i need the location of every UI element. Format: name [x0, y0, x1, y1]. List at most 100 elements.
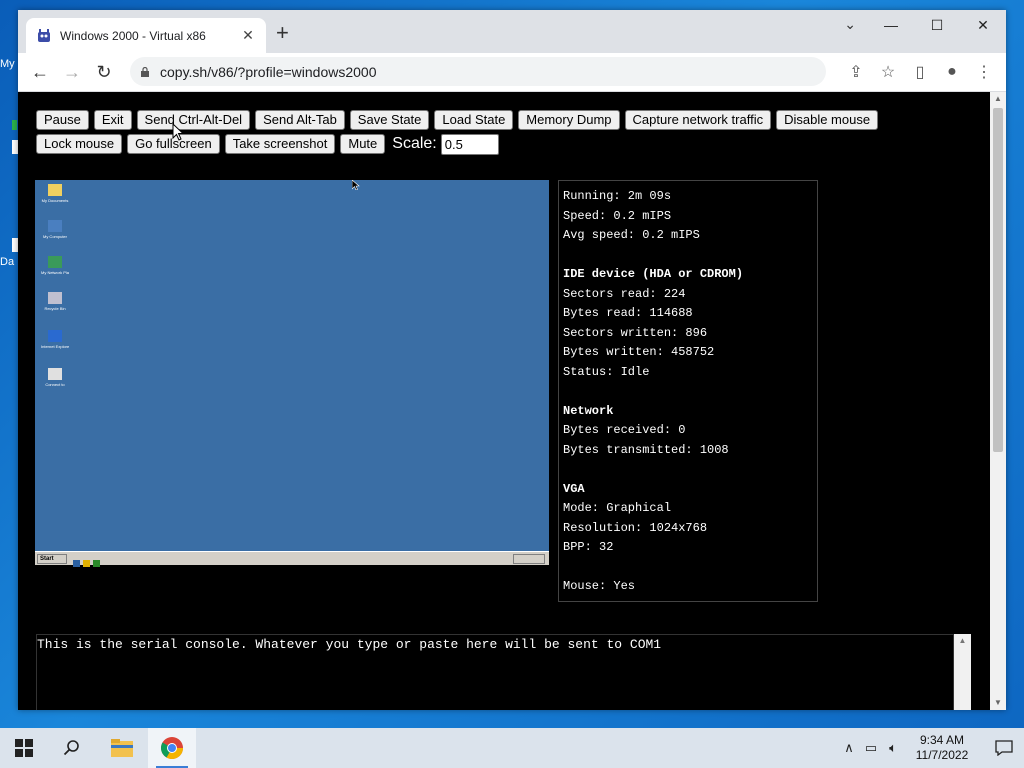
stat-bytes-written: Bytes written: 458752: [563, 345, 715, 359]
side-panel-icon[interactable]: ▯: [904, 57, 936, 87]
back-button[interactable]: ←: [24, 56, 56, 88]
stat-network-header: Network: [563, 403, 614, 418]
capture-network-traffic-button[interactable]: Capture network traffic: [624, 110, 772, 130]
chrome-icon: [161, 737, 183, 759]
memory-dump-button[interactable]: Memory Dump: [518, 110, 620, 130]
send-ctrl-alt-del-button[interactable]: Send Ctrl-Alt-Del: [136, 110, 251, 130]
pause-button[interactable]: Pause: [36, 110, 89, 130]
notification-icon[interactable]: [984, 740, 1024, 756]
vm-desktop-icon[interactable]: Recycle Bin: [41, 292, 69, 311]
vm-mouse-cursor-icon: [352, 180, 360, 190]
browser-tab[interactable]: Windows 2000 - Virtual x86 ✕: [26, 18, 266, 53]
page-scrollbar[interactable]: ▲ ▼: [990, 92, 1006, 710]
stat-sectors-read: Sectors read: 224: [563, 286, 686, 301]
stat-bytes-transmitted: Bytes transmitted: 1008: [563, 442, 729, 457]
omnibox[interactable]: copy.sh/v86/?profile=windows2000: [130, 57, 826, 86]
url-text[interactable]: copy.sh/v86/?profile=windows2000: [160, 64, 377, 80]
take-screenshot-button[interactable]: Take screenshot: [224, 134, 336, 154]
reload-button[interactable]: ↻: [88, 56, 120, 88]
maximize-button[interactable]: ☐: [914, 10, 960, 40]
scroll-up-icon[interactable]: ▲: [954, 634, 971, 648]
tab-close-icon[interactable]: ✕: [240, 27, 256, 44]
scroll-up-icon[interactable]: ▲: [990, 92, 1006, 106]
page-content: Pause Exit Send Ctrl-Alt-Del Send Alt-Tab Sa…: [18, 92, 990, 710]
stat-speed: Speed: 0.2 mIPS: [563, 208, 672, 223]
vm-desktop-icon[interactable]: Connect to: [41, 368, 69, 387]
share-icon[interactable]: ⇪: [840, 57, 872, 87]
vm-desktop-icon[interactable]: My Computer: [41, 220, 69, 239]
search-icon: [63, 740, 79, 756]
vm-desktop-icon[interactable]: My Network Places: [41, 256, 69, 275]
send-alt-tab-button[interactable]: Send Alt-Tab: [255, 110, 345, 130]
scrollbar-thumb[interactable]: [993, 108, 1003, 452]
serial-scrollbar[interactable]: ▲: [954, 634, 971, 710]
chrome-button[interactable]: [148, 728, 196, 768]
vm-desktop-icon[interactable]: Internet Explorer: [41, 330, 69, 349]
scale-label: Scale:: [392, 135, 437, 152]
stat-mode: Mode: Graphical: [563, 501, 672, 515]
stat-ide-header: IDE device (HDA or CDROM): [563, 267, 744, 281]
desktop-icon[interactable]: [12, 120, 17, 130]
serial-console[interactable]: This is the serial console. Whatever you…: [36, 634, 954, 710]
menu-kebab-icon[interactable]: ⋮: [968, 57, 1000, 87]
file-explorer-button[interactable]: [98, 728, 146, 768]
vm-desktop-icon-image: [48, 292, 62, 304]
lock-icon[interactable]: [140, 66, 150, 77]
mute-button[interactable]: Mute: [340, 134, 386, 154]
stat-bytes-received: Bytes received: 0: [563, 423, 686, 437]
windows-logo-icon: [15, 739, 33, 757]
disable-mouse-button[interactable]: Disable mouse: [776, 110, 879, 130]
system-tray: ∧ ▭ 🔈︎ 9:34 AM 11/7/2022: [838, 728, 1024, 768]
lock-mouse-button[interactable]: Lock mouse: [36, 134, 123, 154]
vm-desktop-icon-image: [48, 368, 62, 380]
desktop-icon-label[interactable]: Da: [0, 256, 18, 268]
close-window-button[interactable]: ✕: [960, 10, 1006, 40]
vm-desktop-icon-image: [48, 330, 62, 342]
save-state-button[interactable]: Save State: [349, 110, 430, 130]
start-button[interactable]: [0, 728, 48, 768]
profile-avatar-icon[interactable]: ●: [936, 57, 968, 87]
exit-button[interactable]: Exit: [93, 110, 132, 130]
clock-date: 11/7/2022: [915, 748, 969, 762]
vm-taskbar: Start: [35, 551, 549, 567]
folder-icon: [111, 739, 133, 757]
stat-running: Running: 2m 09s: [563, 189, 672, 203]
network-icon[interactable]: ▭: [860, 740, 882, 756]
stat-resolution: Resolution: 1024x768: [563, 520, 708, 535]
stat-status: Status: Idle: [563, 364, 650, 379]
address-bar: ← → ↻ copy.sh/v86/?profile=windows2000 ⇪…: [18, 53, 1006, 92]
vm-desktop-icon-label: Internet Explorer: [41, 344, 69, 349]
stat-bytes-read: Bytes read: 114688: [563, 306, 693, 320]
mouse-pointer-icon: [172, 123, 184, 141]
stat-vga-header: VGA: [563, 481, 585, 496]
vm-desktop-icon-image: [48, 220, 62, 232]
vm-desktop-icon-label: Recycle Bin: [44, 306, 66, 311]
vm-desktop-icon-label: My Documents: [41, 198, 69, 203]
vm-quicklaunch[interactable]: [73, 555, 107, 567]
minimize-button[interactable]: —: [868, 10, 914, 40]
stat-mouse: Mouse: Yes: [563, 579, 636, 593]
windows-taskbar: ∧ ▭ 🔈︎ 9:34 AM 11/7/2022: [0, 728, 1024, 768]
load-state-button[interactable]: Load State: [434, 110, 514, 130]
scroll-down-icon[interactable]: ▼: [990, 696, 1006, 710]
volume-icon[interactable]: 🔈︎: [882, 740, 904, 756]
emulator-toolbar: Pause Exit Send Ctrl-Alt-Del Send Alt-Tab Sa…: [36, 110, 936, 158]
clock[interactable]: 9:34 AM 11/7/2022: [910, 733, 974, 763]
vm-desktop-icon[interactable]: My Documents: [41, 184, 69, 203]
stat-bpp: BPP: 32: [563, 540, 614, 554]
vm-desktop-icon-image: [48, 256, 62, 268]
tab-search-icon[interactable]: ⌄: [844, 16, 856, 33]
vm-screen[interactable]: My Documents My Computer My Network Places…: [35, 180, 549, 567]
bookmark-star-icon[interactable]: ☆: [872, 57, 904, 87]
desktop-icon-label[interactable]: My: [0, 58, 18, 70]
serial-console-text[interactable]: This is the serial console. Whatever you…: [37, 637, 953, 652]
vm-start-button[interactable]: Start: [37, 554, 67, 564]
new-tab-button[interactable]: +: [276, 22, 289, 44]
toolbar-row: Lock mouse Go fullscreen Take screenshot Mu…: [36, 133, 936, 155]
scale-input[interactable]: [440, 133, 499, 155]
forward-button[interactable]: →: [56, 56, 88, 88]
clock-time: 9:34 AM: [919, 733, 965, 747]
vm-desktop-icon-label: My Network Places: [41, 270, 69, 275]
chevron-up-icon[interactable]: ∧: [838, 740, 860, 756]
search-button[interactable]: [48, 728, 96, 768]
